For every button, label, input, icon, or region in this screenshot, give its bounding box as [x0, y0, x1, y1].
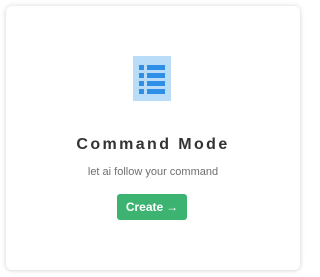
command-mode-card: Command Mode let ai follow your command … [6, 6, 300, 270]
list-icon [133, 56, 171, 101]
list-icon-glyph [139, 65, 165, 94]
create-button-label: Create [125, 200, 164, 214]
card-subtitle: let ai follow your command [87, 166, 219, 178]
card-title: Command Mode [76, 136, 230, 153]
create-button[interactable]: Create → [117, 194, 187, 220]
arrow-right-icon: → [166, 200, 179, 214]
